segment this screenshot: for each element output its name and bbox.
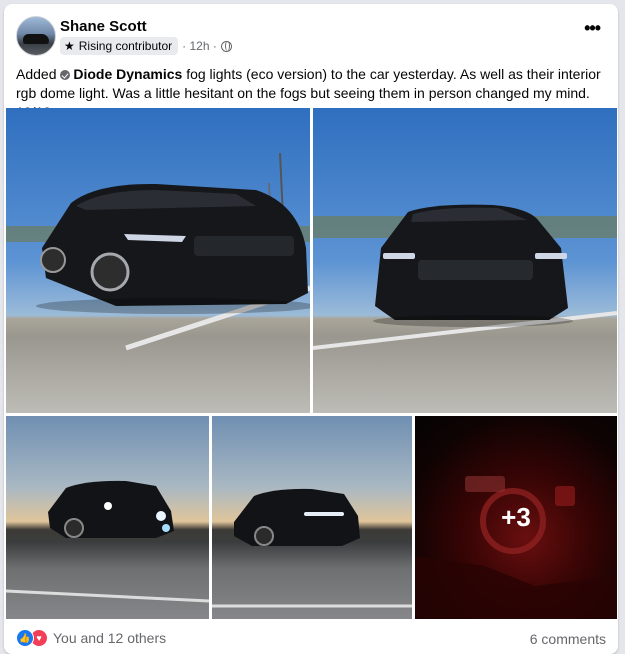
more-photos-overlay[interactable]: +3 <box>415 416 617 619</box>
badge-label: Rising contributor <box>78 39 173 53</box>
more-icon[interactable]: ••• <box>584 19 601 37</box>
photo-5[interactable]: +3 <box>415 416 617 619</box>
reactions-summary[interactable]: 👍 ♥ You and 12 others <box>16 629 166 647</box>
author-name[interactable]: Shane Scott <box>60 18 147 35</box>
reactions-text: You and 12 others <box>53 630 167 646</box>
post-footer: 👍 ♥ You and 12 others 6 comments <box>16 623 606 653</box>
comments-link[interactable]: 6 comments <box>530 631 606 647</box>
photo-2[interactable] <box>313 108 617 413</box>
like-icon: 👍 <box>16 629 34 647</box>
photo-4[interactable] <box>212 416 412 619</box>
star-icon: ★ <box>64 39 75 53</box>
globe-icon <box>220 40 232 52</box>
contributor-badge[interactable]: ★ Rising contributor <box>60 37 179 55</box>
post-card: Shane Scott ★ Rising contributor · 12h ·… <box>4 4 618 654</box>
photo-3[interactable] <box>6 416 209 619</box>
post-header: Shane Scott ★ Rising contributor · 12h ·… <box>16 16 606 58</box>
post-meta: ★ Rising contributor · 12h · <box>60 37 232 55</box>
verified-icon <box>60 70 71 80</box>
photo-1[interactable] <box>6 108 310 413</box>
avatar[interactable] <box>16 16 56 56</box>
post-time[interactable]: · 12h · <box>182 39 232 53</box>
tagged-page-link[interactable]: Diode Dynamics <box>73 66 182 82</box>
